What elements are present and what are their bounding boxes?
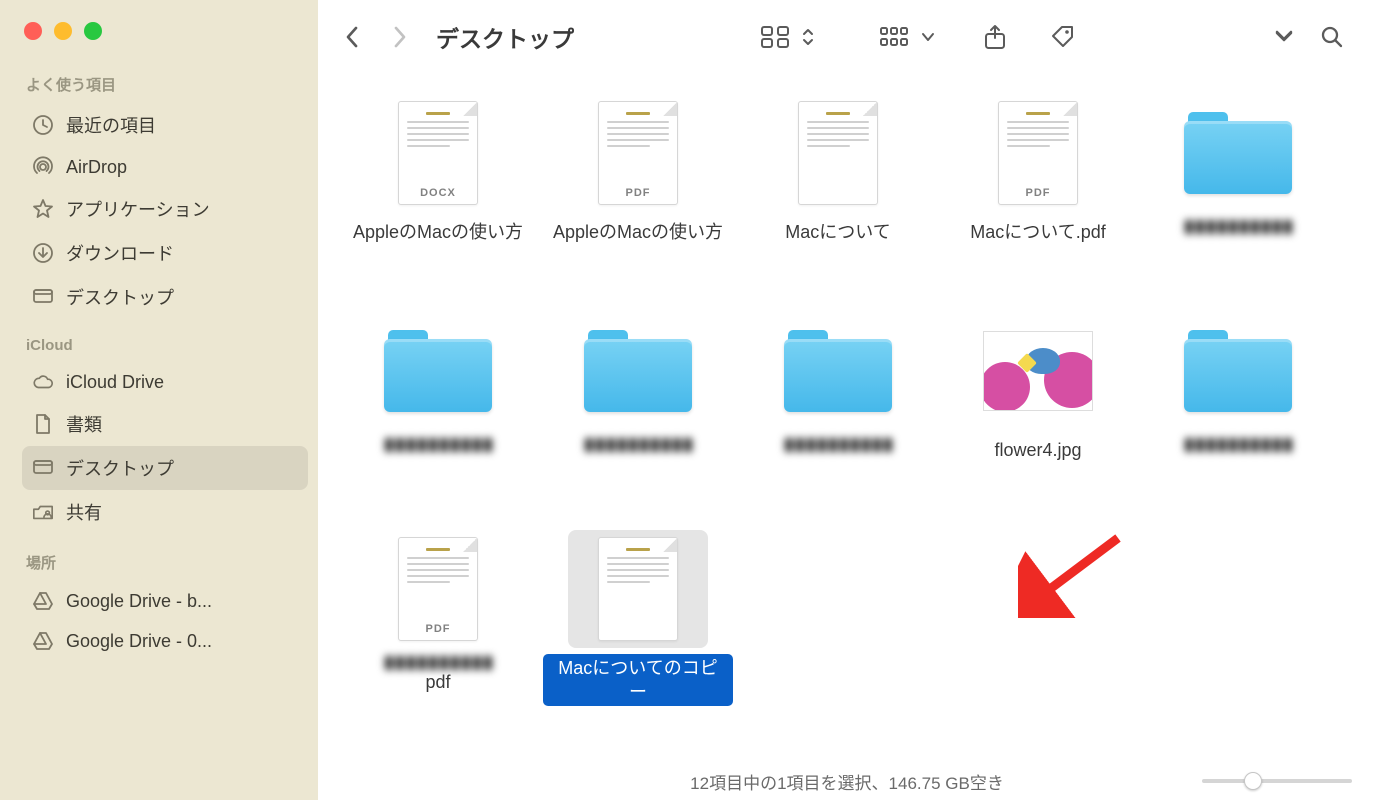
view-mode-chevron[interactable] — [797, 17, 819, 57]
sidebar-item-clock[interactable]: 最近の項目 — [22, 103, 308, 147]
document-icon — [32, 413, 54, 435]
file-label: Macについて — [777, 218, 898, 246]
icon-size-slider[interactable] — [1202, 772, 1352, 790]
file-label: AppleのMacの使い方 — [345, 218, 531, 246]
search-button[interactable] — [1312, 17, 1352, 57]
tags-button[interactable] — [1043, 17, 1083, 57]
sidebar-item-shared[interactable]: 共有 — [22, 490, 308, 534]
file-thumbnail — [568, 530, 708, 648]
desktop-icon — [32, 286, 54, 308]
file-thumbnail: PDF — [368, 530, 508, 648]
file-thumbnail — [768, 312, 908, 430]
shared-icon — [32, 501, 54, 523]
status-text: 12項目中の1項目を選択、146.75 GB空き — [690, 769, 1004, 794]
file-thumbnail — [1168, 94, 1308, 212]
file-label: pdf — [377, 654, 500, 696]
sidebar-section-favorites-title: よく使う項目 — [26, 74, 308, 95]
close-window-button[interactable] — [24, 22, 42, 40]
file-item[interactable]: DOCX AppleのMacの使い方 — [338, 94, 538, 302]
file-item[interactable]: PDF Macについて.pdf — [938, 94, 1138, 302]
file-label — [777, 436, 900, 454]
downloads-icon — [32, 242, 54, 264]
file-item[interactable] — [338, 312, 538, 520]
cloud-icon — [32, 371, 54, 393]
file-item[interactable]: Macについてのコピー — [538, 530, 738, 762]
sidebar-item-label: ダウンロード — [66, 240, 174, 266]
file-label: flower4.jpg — [986, 436, 1089, 464]
file-item[interactable]: PDF AppleのMacの使い方 — [538, 94, 738, 302]
sidebar-item-desktop[interactable]: デスクトップ — [22, 446, 308, 490]
file-thumbnail — [968, 312, 1108, 430]
file-thumbnail — [768, 94, 908, 212]
file-label — [577, 436, 700, 454]
forward-button[interactable] — [380, 17, 420, 57]
maximize-window-button[interactable] — [84, 22, 102, 40]
sidebar-item-gdrive[interactable]: Google Drive - 0... — [22, 621, 308, 661]
sidebar-item-label: 最近の項目 — [66, 112, 156, 138]
gdrive-icon — [32, 590, 54, 612]
sidebar-item-label: Google Drive - b... — [66, 591, 212, 612]
sidebar-item-desktop[interactable]: デスクトップ — [22, 275, 308, 319]
group-chevron-down-icon[interactable] — [917, 17, 939, 57]
file-item[interactable]: Macについて — [738, 94, 938, 302]
sidebar-section-icloud-title: iCloud — [26, 337, 308, 354]
file-thumbnail: DOCX — [368, 94, 508, 212]
file-item[interactable]: PDF pdf — [338, 530, 538, 762]
file-label: AppleのMacの使い方 — [545, 218, 731, 246]
file-label — [1177, 218, 1300, 236]
file-thumbnail — [568, 312, 708, 430]
window-title: デスクトップ — [436, 20, 574, 54]
sidebar-item-downloads[interactable]: ダウンロード — [22, 231, 308, 275]
file-label — [377, 436, 500, 454]
file-item[interactable]: flower4.jpg — [938, 312, 1138, 520]
sidebar-item-label: Google Drive - 0... — [66, 631, 212, 652]
file-label: Macについてのコピー — [543, 654, 733, 707]
minimize-window-button[interactable] — [54, 22, 72, 40]
file-thumbnail: PDF — [968, 94, 1108, 212]
group-button[interactable] — [875, 17, 915, 57]
sidebar-item-document[interactable]: 書類 — [22, 402, 308, 446]
file-item[interactable] — [738, 312, 938, 520]
view-mode-button[interactable] — [755, 17, 795, 57]
share-button[interactable] — [975, 17, 1015, 57]
desktop-icon — [32, 457, 54, 479]
file-item[interactable] — [1138, 312, 1338, 520]
sidebar: よく使う項目 最近の項目AirDropアプリケーションダウンロードデスクトップ … — [0, 0, 318, 800]
file-thumbnail — [1168, 312, 1308, 430]
gdrive-icon — [32, 630, 54, 652]
sidebar-section-locations-title: 場所 — [26, 552, 308, 573]
sidebar-item-label: デスクトップ — [66, 455, 174, 481]
sidebar-item-label: 共有 — [66, 499, 102, 525]
sidebar-item-gdrive[interactable]: Google Drive - b... — [22, 581, 308, 621]
airdrop-icon — [32, 156, 54, 178]
file-label: Macについて.pdf — [962, 218, 1114, 246]
sidebar-item-label: 書類 — [66, 411, 102, 437]
back-button[interactable] — [332, 17, 372, 57]
file-grid: DOCX AppleのMacの使い方 PDF AppleのMacの使い方 Macについて… — [318, 74, 1376, 762]
sidebar-item-airdrop[interactable]: AirDrop — [22, 147, 308, 187]
applications-icon — [32, 198, 54, 220]
toolbar: デスクトップ — [318, 0, 1376, 74]
more-button[interactable] — [1264, 17, 1304, 57]
main-pane: デスクトップ — [318, 0, 1376, 800]
sidebar-item-label: AirDrop — [66, 157, 127, 178]
file-label — [1177, 436, 1300, 454]
file-thumbnail — [368, 312, 508, 430]
status-bar: 12項目中の1項目を選択、146.75 GB空き — [318, 762, 1376, 800]
file-item[interactable] — [1138, 94, 1338, 302]
sidebar-item-cloud[interactable]: iCloud Drive — [22, 362, 308, 402]
sidebar-item-label: デスクトップ — [66, 284, 174, 310]
sidebar-item-label: アプリケーション — [66, 196, 210, 222]
sidebar-item-applications[interactable]: アプリケーション — [22, 187, 308, 231]
window-controls — [22, 10, 308, 68]
file-thumbnail: PDF — [568, 94, 708, 212]
sidebar-item-label: iCloud Drive — [66, 372, 164, 393]
clock-icon — [32, 114, 54, 136]
file-item[interactable] — [538, 312, 738, 520]
